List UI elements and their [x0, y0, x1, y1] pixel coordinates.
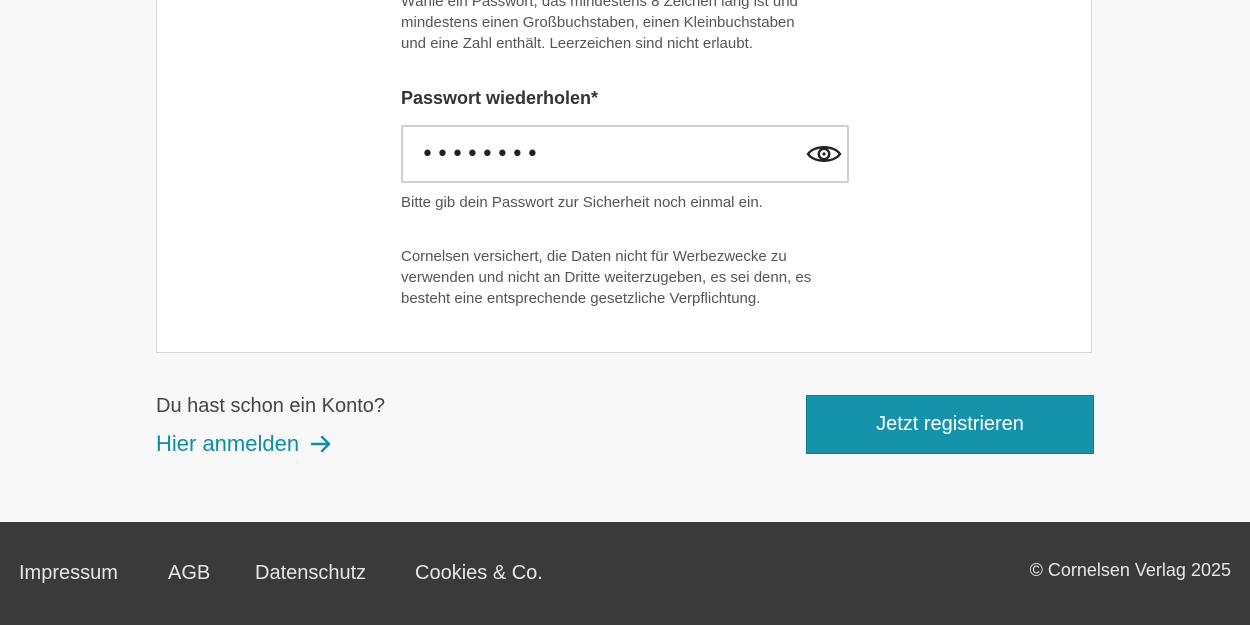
repeat-password-field [401, 125, 849, 183]
copyright: © Cornelsen Verlag 2025 [1029, 560, 1231, 580]
repeat-password-input[interactable] [421, 127, 801, 181]
footer-link-impressum[interactable]: Impressum [19, 562, 118, 585]
arrow-right-icon [311, 435, 331, 453]
registration-page: Wähle ein Passwort, das mindestens 8 Zei… [0, 0, 1250, 625]
login-question: Du hast schon ein Konto? [156, 395, 386, 417]
repeat-password-help: Bitte gib dein Passwort zur Sicherheit n… [401, 194, 763, 211]
privacy-note: Cornelsen versichert, die Daten nicht fü… [401, 248, 812, 307]
show-password-toggle[interactable] [805, 136, 843, 172]
eye-icon [806, 146, 842, 162]
register-button[interactable]: Jetzt registrieren [806, 395, 1094, 454]
registration-form-card: Wähle ein Passwort, das mindestens 8 Zei… [156, 0, 1092, 353]
password-hint: Wähle ein Passwort, das mindestens 8 Zei… [401, 0, 798, 52]
repeat-password-label: Passwort wiederholen* [401, 88, 599, 108]
footer-link-agb[interactable]: AGB [168, 562, 210, 585]
login-link-label: Hier anmelden [156, 431, 300, 456]
footer: Impressum AGB Datenschutz Cookies & Co. … [0, 522, 1250, 625]
footer-link-cookies[interactable]: Cookies & Co. [415, 562, 543, 585]
footer-link-datenschutz[interactable]: Datenschutz [255, 562, 366, 585]
login-link[interactable]: Hier anmelden [156, 431, 331, 457]
